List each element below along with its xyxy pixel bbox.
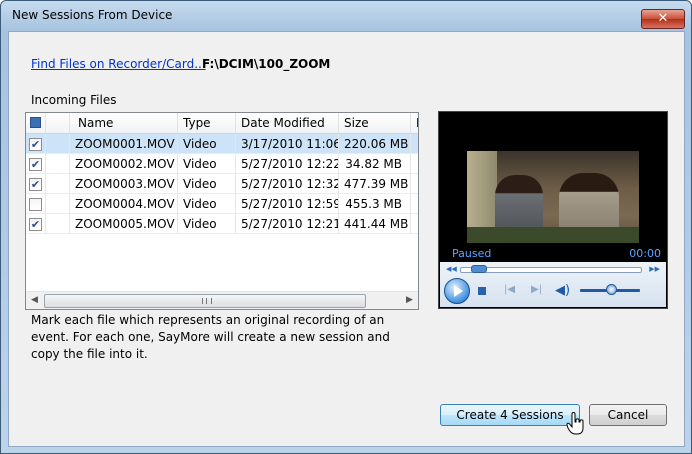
video-player: Paused 00:00 ◀◀ ▶▶ |◀ ▶| ◀) (438, 111, 668, 309)
volume-thumb[interactable] (606, 284, 617, 295)
file-date-modified: 3/17/2010 11:06:... (236, 134, 339, 154)
column-header-date-modified[interactable]: Date Modified (236, 113, 339, 133)
cancel-button[interactable]: Cancel (589, 404, 667, 426)
column-header-d[interactable]: D (411, 113, 418, 133)
mouse-cursor-icon (566, 412, 584, 435)
rewind-icon[interactable]: ◀◀ (446, 265, 457, 273)
next-icon[interactable]: ▶| (531, 284, 542, 295)
fast-forward-icon[interactable]: ▶▶ (649, 265, 660, 273)
window-title: New Sessions From Device (12, 8, 173, 22)
file-type: Video (178, 194, 236, 214)
file-name: ZOOM0005.MOV (70, 214, 178, 234)
seek-thumb[interactable] (470, 265, 487, 273)
file-size: 477.39 MB (339, 174, 411, 194)
file-name: ZOOM0002.MOV (70, 154, 178, 174)
file-type: Video (178, 134, 236, 154)
video-frame[interactable] (467, 151, 639, 243)
column-header-size[interactable]: Size (339, 113, 411, 133)
table-row[interactable]: ✔ ZOOM0002.MOVVideo5/27/2010 12:22:...34.… (26, 154, 418, 174)
table-row[interactable]: ✔ ZOOM0005.MOVVideo5/27/2010 12:21:...441… (26, 214, 418, 234)
volume-icon[interactable]: ◀) (555, 283, 570, 298)
file-size: 34.82 MB (339, 154, 411, 174)
title-bar[interactable]: New Sessions From Device ✕ (1, 1, 691, 31)
select-all-header[interactable] (26, 113, 46, 133)
file-date-modified: 5/27/2010 12:22:... (236, 154, 339, 174)
file-size: 220.06 MB (339, 134, 411, 154)
player-status: Paused (452, 247, 492, 260)
source-path: F:\DCIM\100_ZOOM (202, 57, 331, 71)
file-size: 455.3 MB (339, 194, 411, 214)
scroll-thumb[interactable] (44, 294, 366, 308)
scroll-right-icon[interactable]: ▶ (401, 292, 418, 309)
incoming-files-list[interactable]: Name Type Date Modified Size D ✔ ZOOM0001… (25, 112, 419, 310)
row-checkbox[interactable]: ✔ (29, 138, 42, 151)
column-header-name[interactable]: Name (70, 113, 178, 133)
close-button[interactable]: ✕ (641, 9, 685, 29)
file-date-modified: 5/27/2010 12:59:... (236, 194, 339, 214)
file-date-modified: 5/27/2010 12:21:... (236, 214, 339, 234)
row-checkbox[interactable]: ✔ (29, 158, 42, 171)
dialog-body: Find Files on Recorder/Card... F:\DCIM\1… (8, 31, 685, 447)
stop-button[interactable] (478, 287, 486, 295)
scroll-left-icon[interactable]: ◀ (26, 292, 43, 309)
row-checkbox[interactable]: ✔ (29, 218, 42, 231)
table-row[interactable]: ZOOM0004.MOVVideo5/27/2010 12:59:...455.… (26, 194, 418, 214)
table-row[interactable]: ✔ ZOOM0003.MOVVideo5/27/2010 12:32:...477… (26, 174, 418, 194)
find-files-link[interactable]: Find Files on Recorder/Card... (31, 57, 206, 71)
select-all-checkbox[interactable] (30, 117, 41, 128)
file-type: Video (178, 154, 236, 174)
previous-icon[interactable]: |◀ (504, 284, 515, 295)
file-size: 441.44 MB (339, 214, 411, 234)
column-header-type[interactable]: Type (178, 113, 236, 133)
table-row[interactable]: ✔ ZOOM0001.MOVVideo3/17/2010 11:06:...220… (26, 134, 418, 154)
player-time: 00:00 (629, 247, 661, 260)
file-name: ZOOM0001.MOV (70, 134, 178, 154)
icon-column-header[interactable] (46, 113, 70, 133)
instructions-text: Mark each file which represents an origi… (31, 313, 390, 361)
file-date-modified: 5/27/2010 12:32:... (236, 174, 339, 194)
play-button[interactable] (444, 278, 470, 304)
list-header: Name Type Date Modified Size D (26, 113, 418, 134)
file-type: Video (178, 174, 236, 194)
file-name: ZOOM0003.MOV (70, 174, 178, 194)
incoming-files-label: Incoming Files (31, 93, 117, 107)
player-controls: ◀◀ ▶▶ |◀ ▶| ◀) (440, 262, 666, 307)
row-checkbox[interactable]: ✔ (29, 178, 42, 191)
horizontal-scrollbar[interactable]: ◀ ▶ (26, 291, 418, 309)
row-checkbox[interactable] (29, 198, 42, 211)
file-type: Video (178, 214, 236, 234)
seek-bar[interactable] (460, 267, 642, 273)
create-sessions-button[interactable]: Create 4 Sessions (440, 404, 580, 426)
file-name: ZOOM0004.MOV (70, 194, 178, 214)
dialog-window: New Sessions From Device ✕ Find Files on… (0, 0, 692, 454)
grip-icon (202, 298, 212, 304)
